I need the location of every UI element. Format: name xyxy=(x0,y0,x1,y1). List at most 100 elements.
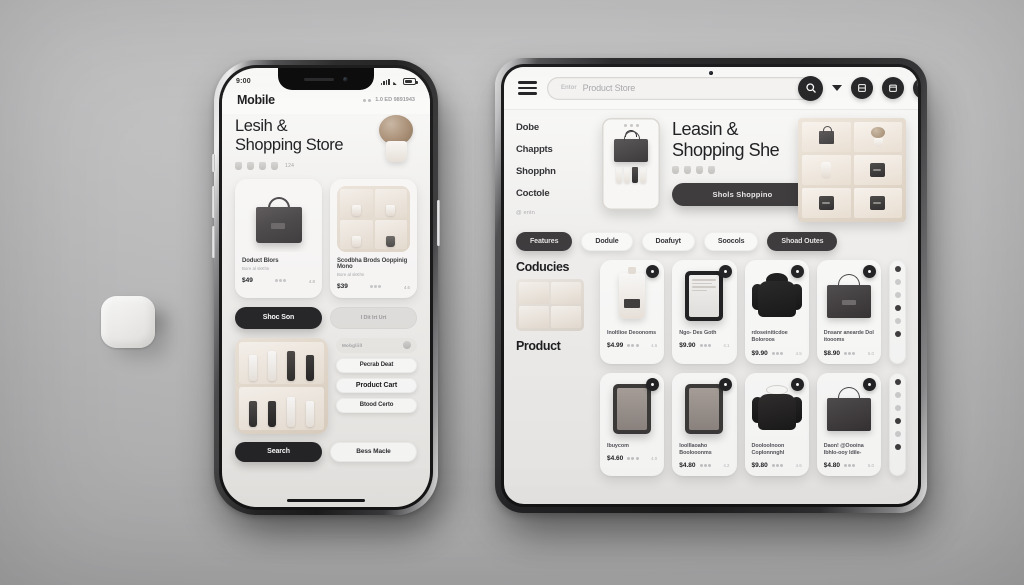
product-card[interactable]: Dnsanr anearde Dol itoooms $8.90 5.0 xyxy=(816,260,881,364)
product-desc: Bore al skKhn xyxy=(337,271,365,277)
product-meta-row: $8.90 5.0 xyxy=(824,350,874,357)
favorite-icon[interactable] xyxy=(718,265,732,278)
search-icon[interactable] xyxy=(798,75,823,101)
filter-dodule[interactable]: Dodule xyxy=(581,232,633,251)
signal-icon xyxy=(380,78,390,85)
product-name: Scodbha Brods Ooppinig Mono xyxy=(337,257,408,270)
toggle-icon[interactable] xyxy=(403,341,411,350)
category-icon-3[interactable] xyxy=(259,161,266,170)
filter-doafuyt[interactable]: Doafuyt xyxy=(641,232,695,251)
shelf-cell xyxy=(802,155,851,185)
phone-volume-down-button[interactable] xyxy=(212,226,215,258)
favorite-icon[interactable] xyxy=(718,377,732,391)
product-row-2: Ibuycom $4.60 4.0 Ioolllaoaho Boolooonms… xyxy=(600,372,906,477)
sidebar-item-chappts[interactable]: Chappts xyxy=(516,144,590,155)
mini-bottle-icon xyxy=(632,167,638,183)
box-icon xyxy=(870,196,886,210)
product-meta-row: $9.90 4.5 xyxy=(752,350,802,357)
favorite-icon[interactable] xyxy=(646,265,660,278)
product-card[interactable]: rdoseiniticdoe Boloroos $9.90 4.5 xyxy=(744,260,809,364)
product-card[interactable]: Inoltlioe Deoonoms $4.99 4.6 xyxy=(600,260,665,364)
phone-mockup-card[interactable] xyxy=(602,118,660,210)
dark-tote-icon xyxy=(826,386,871,431)
category-icon-4[interactable] xyxy=(271,161,278,170)
sidebar-item-dobe[interactable]: Dobe xyxy=(516,122,590,133)
bottle-icon xyxy=(248,400,257,427)
jar-icon xyxy=(351,235,361,247)
category-icon-2[interactable] xyxy=(684,165,691,174)
filter-features[interactable]: Features xyxy=(516,232,573,251)
filter-soocols[interactable]: Soocols xyxy=(703,232,759,251)
hamburger-icon[interactable] xyxy=(518,81,537,95)
mini-bottle-icon xyxy=(624,167,630,183)
side-rail-row2[interactable] xyxy=(889,372,906,477)
category-icon-1[interactable] xyxy=(235,161,242,170)
product-card[interactable]: Scodbha Brods Ooppinig Mono Bore al skKh… xyxy=(330,178,417,298)
smartphone-device: 9:00 Mobile 1.0 ED 9891943 Lesih & Shopp… xyxy=(212,60,440,515)
grid-icon[interactable] xyxy=(851,77,873,99)
product-name: Doduct Blors xyxy=(242,257,279,264)
thumb-cell xyxy=(551,282,581,304)
clock-icon xyxy=(894,292,901,298)
secondary-pill-button[interactable]: I Dit Irt Urt xyxy=(330,306,417,329)
send-icon xyxy=(894,305,901,311)
category-icon-3[interactable] xyxy=(696,165,703,174)
product-image xyxy=(824,379,874,439)
product-name: rdoseiniticdoe Boloroos xyxy=(751,330,788,344)
category-icon-1[interactable] xyxy=(672,165,679,174)
product-card[interactable]: Daon! @Oooina Ibhlo-ooy ldile- $4.80 5.0 xyxy=(816,372,881,477)
home-indicator[interactable] xyxy=(287,498,365,502)
list-item[interactable]: Mobgliill xyxy=(336,337,417,353)
e-reader-icon xyxy=(685,271,724,321)
side-rail-row1[interactable] xyxy=(889,260,906,364)
product-card[interactable]: Doduct Blors Bore al skKhn $49 4.8 xyxy=(235,178,322,298)
rating-stars-icon xyxy=(844,464,856,468)
scene-background: 9:00 Mobile 1.0 ED 9891943 Lesih & Shopp… xyxy=(0,0,1024,585)
product-card[interactable]: Dooloolnoon Coplonnnghl $9.80 4.6 xyxy=(744,372,809,477)
phone-mute-switch[interactable] xyxy=(212,154,215,172)
tablet-title-line2: Shopping She xyxy=(672,139,780,160)
secondary-footer-button[interactable]: Bess Macle xyxy=(330,441,417,462)
black-hoodie-icon xyxy=(751,273,802,319)
product-meta-row: $4.99 4.6 xyxy=(607,342,657,349)
phone-title-line2: Shopping Store xyxy=(235,136,344,155)
product-card[interactable]: Ngo- Des Goth $9.90 4.1 xyxy=(672,260,737,364)
shop-now-button[interactable]: Shoc Son xyxy=(235,306,322,329)
tablet-search-area: Entor Product Store xyxy=(547,75,823,101)
product-meta-row: $4.60 4.0 xyxy=(607,455,657,462)
product-meta-row: $9.90 4.1 xyxy=(679,342,729,349)
mini-bottle-row xyxy=(616,167,646,183)
search-input[interactable]: Entor Product Store xyxy=(547,75,823,101)
option-button[interactable]: Btood Certo xyxy=(336,397,417,413)
bottle-icon xyxy=(287,396,296,427)
product-cart-button[interactable]: Product Cart xyxy=(336,377,417,393)
sidebar-item-shopphn[interactable]: Shopphn xyxy=(516,166,590,177)
mockup-status-dots xyxy=(623,124,639,127)
favorite-icon[interactable] xyxy=(646,377,660,391)
product-card[interactable]: Ioolllaoaho Boolooonms $4.80 4.2 xyxy=(672,372,737,477)
product-rating: 4.6 xyxy=(651,343,658,349)
pause-icon[interactable] xyxy=(913,77,918,99)
jar-icon xyxy=(351,204,361,216)
search-button[interactable]: Search xyxy=(235,441,322,462)
shop-shopping-cta-button[interactable]: Shols Shoppino xyxy=(672,182,813,206)
caret-down-icon[interactable] xyxy=(832,85,842,91)
rating-stars-icon xyxy=(275,278,287,282)
phone-power-button[interactable] xyxy=(437,200,440,246)
option-button[interactable]: Pecrab Deat xyxy=(336,357,417,373)
calendar-icon[interactable] xyxy=(882,77,904,99)
menu-dots-icon[interactable] xyxy=(363,98,372,102)
product-price: $39 xyxy=(337,282,348,290)
category-icon-4[interactable] xyxy=(708,165,715,174)
phone-volume-up-button[interactable] xyxy=(212,186,215,218)
product-name: Ngo- Des Goth xyxy=(679,330,717,336)
tablet-grey-icon xyxy=(613,383,652,434)
category-icon-2[interactable] xyxy=(247,161,254,170)
sidebar-item-coctole[interactable]: Coctole xyxy=(516,188,590,199)
jar-icon xyxy=(386,235,396,247)
product-card[interactable]: Ibuycom $4.60 4.0 xyxy=(600,372,665,477)
phone-lower-section: Mobgliill Pecrab Deat Product Cart Btood… xyxy=(235,337,417,434)
white-speaker-puck xyxy=(101,296,155,348)
phone-footer-actions: Search Bess Macle xyxy=(235,441,417,466)
filter-shoad-outes[interactable]: Shoad Outes xyxy=(767,232,838,251)
